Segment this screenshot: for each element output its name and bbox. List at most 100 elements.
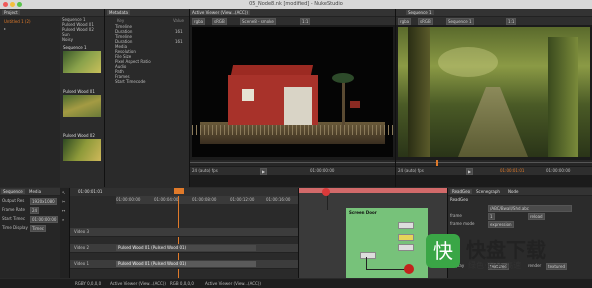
timeline-clip[interactable]: Pulsed Wood 01 (Pulsed Wood 01) xyxy=(116,245,256,251)
timebar-line xyxy=(396,162,592,163)
picket-fence xyxy=(192,125,393,135)
track-name: Video 1 xyxy=(74,261,90,266)
slip-tool-icon[interactable]: ↔ xyxy=(62,208,65,213)
field-label: Time Display xyxy=(2,225,28,230)
palm-tree xyxy=(342,79,345,129)
node-connection xyxy=(366,257,367,269)
tab-sequence[interactable]: Sequence xyxy=(1,189,25,194)
time-display-select[interactable]: Timec xyxy=(30,225,46,232)
timeline-panel: 01:00:01:01 01:00:00:00 01:00:04:00 01:0… xyxy=(70,188,299,278)
ruler-tick: 01:00:12:00 xyxy=(230,197,255,202)
tab-project[interactable]: Project xyxy=(2,10,20,15)
node-name: ReadGeo xyxy=(450,197,469,202)
ruler-tick: 01:00:00:00 xyxy=(116,197,141,202)
bin-thumb-card[interactable]: Pulsed Wood 02 xyxy=(63,133,101,177)
tab-metadata[interactable]: Metadata xyxy=(107,10,130,15)
sequence-menu[interactable]: Sequence 1 xyxy=(446,18,474,25)
reload-button[interactable]: reload xyxy=(528,213,545,220)
timeline-timecode: 01:00:01:01 xyxy=(78,189,103,194)
tab-node[interactable]: Node xyxy=(506,189,521,194)
viewer-timebar[interactable] xyxy=(190,160,395,166)
razor-tool-icon[interactable]: ✂ xyxy=(62,199,65,204)
sequence-viewer: Sequence 1 rgba sRGB Sequence 1 1:1 24 (… xyxy=(396,9,592,187)
colorspace-menu[interactable]: sRGB xyxy=(418,18,433,25)
timeline-toolbar: ↖ ✂ ↔ ⌕ xyxy=(60,188,70,278)
ruler-tick: 01:00:04:00 xyxy=(154,197,179,202)
timeline-ruler[interactable]: 01:00:00:00 01:00:04:00 01:00:08:00 01:0… xyxy=(116,196,298,204)
sequence-timebar[interactable] xyxy=(396,160,592,166)
field-label: Start Timec xyxy=(2,216,26,221)
zoom-menu[interactable]: 1:1 xyxy=(300,18,311,25)
light-haze xyxy=(438,47,498,77)
channel-menu[interactable]: rgba xyxy=(192,18,206,25)
viewer-canvas[interactable] xyxy=(192,27,393,157)
watermark-tagline: 绿色·安全·高速 xyxy=(468,261,522,270)
video-track-3[interactable]: Video 3 xyxy=(70,228,298,237)
bin-thumb-card[interactable]: Sequence 1 xyxy=(63,45,101,89)
viewer-node[interactable] xyxy=(404,264,414,274)
sequence-viewer-header: Sequence 1 xyxy=(396,9,592,17)
status-viewer: Active Viewer (View...(ACC)) xyxy=(110,281,166,286)
metadata-panel: Metadata Key Value Timeline Duration 161 Ti… xyxy=(105,9,190,187)
viewer-header: Active Viewer (View...(ACC)) xyxy=(190,9,395,17)
output-res-select[interactable]: 1920x1080 xyxy=(30,198,57,205)
input-menu[interactable]: Scene8 - smoke xyxy=(240,18,276,25)
field-label: frame xyxy=(450,213,462,218)
zoom-menu[interactable]: 1:1 xyxy=(506,18,517,25)
backdrop-label: Screen Door xyxy=(349,210,377,215)
title-bar: 05_Node8.nk [modified] - NukeStudio xyxy=(0,0,592,9)
viewer-timecode: 01:00:00:00 xyxy=(546,168,571,173)
frame-mode-select[interactable]: expression xyxy=(488,221,514,228)
timeline-playhead-handle[interactable] xyxy=(174,188,184,194)
play-button[interactable]: ▶ xyxy=(466,168,474,175)
bin-item[interactable]: Noisy xyxy=(62,37,73,42)
watermark-logo: 快 xyxy=(426,234,460,268)
channel-menu[interactable]: rgba xyxy=(398,18,412,25)
watermark-brand: 快盘下载 xyxy=(466,238,546,262)
zoom-tool-icon[interactable]: ⌕ xyxy=(62,217,64,222)
field-label: Output Res xyxy=(2,198,25,203)
timeline-clip[interactable]: Pulsed Wood 01 (Pulsed Wood 01) xyxy=(116,261,256,267)
play-button[interactable]: ▶ xyxy=(260,168,268,175)
tab-readgeo[interactable]: ReadGeo xyxy=(450,189,473,194)
viewer-toolbar: rgba sRGB Scene8 - smoke 1:1 xyxy=(190,17,395,25)
tab-scenegraph[interactable]: Scenegraph xyxy=(474,189,502,194)
watermark: 快 快盘下载 绿色·安全·高速 xyxy=(426,232,586,276)
start-timecode-field[interactable]: 01:00:00:00 xyxy=(30,216,59,223)
status-viewer: Active Viewer (View...(ACC)) xyxy=(205,281,261,286)
playhead-marker[interactable] xyxy=(436,160,438,166)
frame-field[interactable]: 1 xyxy=(488,213,495,220)
file-path-field[interactable]: /ABC/Bwall/Shd.abc xyxy=(488,205,572,212)
bin-header xyxy=(60,9,104,17)
graph-node[interactable] xyxy=(360,252,376,259)
graph-node[interactable] xyxy=(398,222,414,229)
status-pixel: RGBY 0,0,0,0 xyxy=(75,281,102,286)
frame-rate-select[interactable]: 24 xyxy=(30,207,40,214)
sequence-canvas[interactable] xyxy=(398,27,590,157)
bin-thumb-card[interactable]: Pulsed Wood 01 xyxy=(63,89,101,133)
tab-active-viewer[interactable]: Active Viewer (View...(ACC)) xyxy=(190,10,250,15)
tab-media[interactable]: Media xyxy=(27,189,44,194)
house-porch xyxy=(284,87,312,125)
palm-leaves xyxy=(332,73,354,83)
field-label: Frame Rate xyxy=(2,207,25,212)
graph-node[interactable] xyxy=(398,234,414,241)
colorspace-menu[interactable]: sRGB xyxy=(212,18,227,25)
media-thumbnail xyxy=(63,139,101,161)
tree-trunk xyxy=(548,37,578,157)
ruler-tick: 01:00:16:00 xyxy=(266,197,291,202)
select-tool-icon[interactable]: ↖ xyxy=(62,190,65,195)
scene-viewer: Active Viewer (View...(ACC)) rgba sRGB S… xyxy=(190,9,396,187)
timebar-keyframe[interactable] xyxy=(322,188,330,196)
project-root[interactable]: Untitled 1 (2) xyxy=(4,19,31,24)
viewer-timecode: 01:00:00:00 xyxy=(310,168,335,173)
viewer-transport: 24 (auto) fps ▶ 01:00:00:00 xyxy=(190,167,395,175)
video-track-2[interactable]: Video 2 Pulsed Wood 01 (Pulsed Wood 01) xyxy=(70,244,298,253)
video-track-1[interactable]: Video 1 Pulsed Wood 01 (Pulsed Wood 01) xyxy=(70,260,298,269)
sign-post xyxy=(350,101,360,108)
backdrop-node[interactable]: Screen Door xyxy=(346,208,428,278)
thumb-label: Sequence 1 xyxy=(63,45,87,50)
graph-node[interactable] xyxy=(398,244,414,251)
metadata-col-key: Key xyxy=(117,18,125,23)
tab-sequence-viewer[interactable]: Sequence 1 xyxy=(406,10,434,15)
